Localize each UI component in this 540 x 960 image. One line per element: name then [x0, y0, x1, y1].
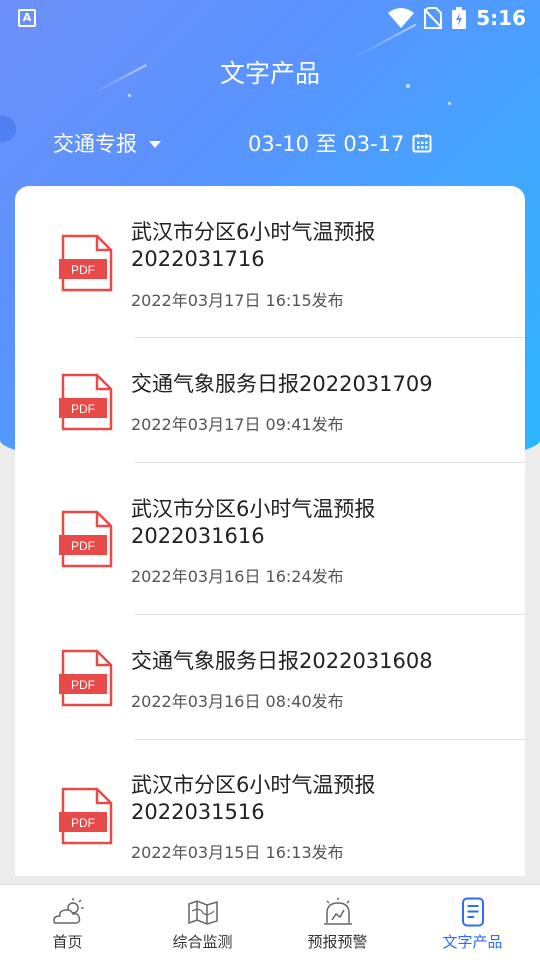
svg-text:PDF: PDF: [71, 263, 95, 277]
pdf-file-icon: PDF: [59, 649, 115, 707]
tab-text-products[interactable]: 文字产品: [405, 885, 540, 960]
svg-text:PDF: PDF: [71, 539, 95, 553]
pdf-file-icon: PDF: [59, 787, 115, 845]
bottom-tab-bar: 首页 综合监测 预报预警 文字产品: [0, 884, 540, 960]
date-range-text: 03-10 至 03-17: [248, 132, 405, 156]
decor-dot: [128, 94, 131, 97]
list-item[interactable]: PDF 武汉市分区6小时气温预报 2022031516 2022年03月15日 …: [15, 740, 525, 876]
no-sim-icon: [424, 7, 443, 29]
weather-icon: [52, 898, 83, 924]
list-item[interactable]: PDF 交通气象服务日报2022031709 2022年03月17日 09:41…: [15, 338, 525, 463]
date-range-picker[interactable]: 03-10 至 03-17: [248, 128, 432, 158]
app-notification-icon: A: [18, 9, 36, 27]
battery-charging-icon: [452, 7, 467, 29]
tab-home[interactable]: 首页: [0, 885, 135, 960]
tab-label: 综合监测: [172, 933, 233, 951]
pdf-file-icon: PDF: [59, 234, 115, 292]
svg-text:PDF: PDF: [71, 402, 95, 416]
document-icon: [461, 897, 484, 927]
product-type-label: 交通专报: [53, 132, 137, 156]
page-title: 文字产品: [219, 59, 320, 88]
pdf-file-icon: PDF: [59, 373, 115, 431]
list-item[interactable]: PDF 武汉市分区6小时气温预报 2022031716 2022年03月17日 …: [15, 186, 525, 338]
tab-label: 预报预警: [307, 933, 368, 951]
alert-icon: [323, 897, 352, 925]
product-type-dropdown[interactable]: 交通专报: [53, 128, 161, 158]
item-publish-time: 2022年03月15日 16:13发布: [131, 843, 344, 862]
tab-forecast[interactable]: 预报预警: [270, 885, 405, 960]
svg-text:PDF: PDF: [71, 678, 95, 692]
status-right-group: 5:16: [388, 6, 526, 30]
list-item[interactable]: PDF 武汉市分区6小时气温预报 2022031616 2022年03月16日 …: [15, 463, 525, 615]
list-item[interactable]: PDF 交通气象服务日报2022031608 2022年03月16日 08:40…: [15, 615, 525, 740]
tab-label: 文字产品: [442, 933, 503, 951]
decor-dot: [448, 102, 451, 105]
filter-row: 交通专报 03-10 至 03-17: [0, 128, 540, 164]
pdf-file-icon: PDF: [59, 510, 115, 568]
item-title: 交通气象服务日报2022031608: [131, 649, 433, 673]
item-publish-time: 2022年03月17日 16:15发布: [131, 291, 344, 310]
calendar-icon: [412, 134, 432, 153]
product-list-card: PDF 武汉市分区6小时气温预报 2022031716 2022年03月17日 …: [15, 186, 525, 876]
status-bar: A 5:16: [0, 0, 540, 36]
item-title: 武汉市分区6小时气温预报 2022031616: [131, 497, 376, 548]
item-publish-time: 2022年03月16日 08:40发布: [131, 692, 344, 711]
wifi-icon: [388, 8, 415, 28]
tab-monitoring[interactable]: 综合监测: [135, 885, 270, 960]
status-time: 5:16: [476, 6, 526, 30]
screen: A 5:16 文字产品 交通专报 03-10 至 03-17 PDF 武汉市分区…: [0, 0, 540, 960]
chevron-down-icon: [149, 140, 161, 148]
svg-text:PDF: PDF: [71, 816, 95, 830]
item-title: 交通气象服务日报2022031709: [131, 372, 433, 396]
tab-label: 首页: [52, 933, 83, 951]
item-publish-time: 2022年03月17日 09:41发布: [131, 415, 344, 434]
item-publish-time: 2022年03月16日 16:24发布: [131, 567, 344, 586]
map-icon: [187, 900, 218, 925]
item-title: 武汉市分区6小时气温预报 2022031716: [131, 220, 376, 271]
item-title: 武汉市分区6小时气温预报 2022031516: [131, 773, 376, 824]
